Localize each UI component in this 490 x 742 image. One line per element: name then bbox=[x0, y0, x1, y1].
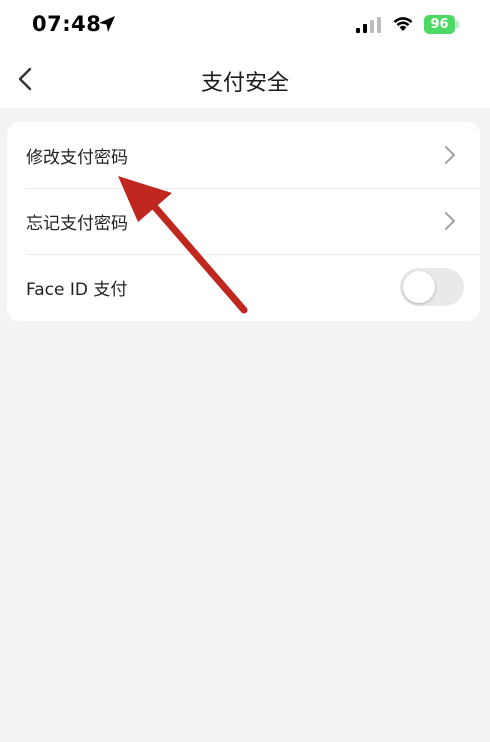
status-time: 07:48 bbox=[32, 12, 102, 36]
battery-level: 96 bbox=[424, 15, 455, 34]
battery-indicator: 96 bbox=[424, 15, 460, 34]
nav-bar: 支付安全 bbox=[0, 50, 490, 108]
change-payment-password-row[interactable]: 修改支付密码 bbox=[7, 122, 480, 188]
status-bar: 07:48 96 bbox=[0, 0, 490, 50]
toggle-knob bbox=[403, 271, 435, 303]
chevron-right-icon bbox=[445, 146, 455, 164]
forgot-payment-password-row[interactable]: 忘记支付密码 bbox=[7, 188, 480, 254]
row-label: 修改支付密码 bbox=[26, 147, 128, 168]
page-title: 支付安全 bbox=[200, 71, 289, 96]
screen: 07:48 96 支付安全 修改支付密码 忘记支付密码 Face ID 支付 bbox=[0, 0, 490, 742]
battery-tip bbox=[456, 21, 459, 28]
row-label: 忘记支付密码 bbox=[26, 213, 128, 234]
wifi-icon bbox=[393, 17, 413, 31]
face-id-payment-row: Face ID 支付 bbox=[7, 254, 480, 320]
cellular-signal-icon bbox=[356, 17, 381, 33]
row-label: Face ID 支付 bbox=[26, 279, 128, 300]
chevron-right-icon bbox=[445, 212, 455, 230]
annotation-arrow bbox=[118, 176, 248, 314]
settings-card: 修改支付密码 忘记支付密码 Face ID 支付 bbox=[7, 122, 480, 321]
face-id-toggle[interactable] bbox=[400, 268, 464, 306]
location-arrow-icon bbox=[99, 16, 115, 32]
